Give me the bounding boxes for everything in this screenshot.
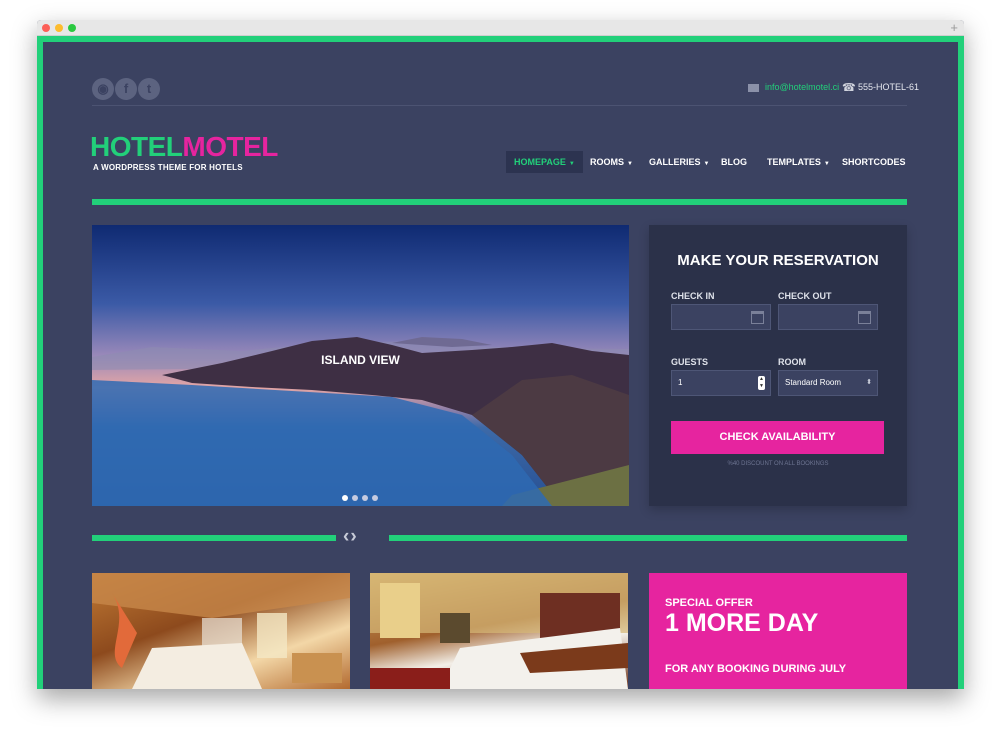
mail-icon	[748, 84, 759, 92]
facebook-icon[interactable]: f	[115, 78, 137, 100]
divider-right-bar	[389, 535, 907, 541]
browser-window: + ◉ f t info@hotelmotel.ci ☎ 555-HOTEL-6…	[37, 20, 964, 689]
offer-kicker: SPECIAL OFFER	[665, 597, 753, 609]
dribbble-icon[interactable]: ◉	[92, 78, 114, 100]
site-logo[interactable]: HOTELMOTEL	[90, 130, 278, 164]
slider-dot-4[interactable]	[372, 495, 378, 501]
discount-note: %40 DISCOUNT ON ALL BOOKINGS	[727, 461, 829, 467]
header-divider	[92, 105, 907, 106]
calendar-icon[interactable]	[751, 311, 764, 324]
slider-dot-2[interactable]	[352, 495, 358, 501]
nav-item-label: BLOG	[721, 157, 747, 167]
nav-item-label: HOMEPAGE	[514, 157, 566, 167]
special-offer-card[interactable]: SPECIAL OFFER 1 MORE DAY FOR ANY BOOKING…	[649, 573, 907, 689]
logo-part-motel: MOTEL	[182, 131, 278, 162]
nav-item-blog[interactable]: BLOG	[721, 151, 747, 173]
nav-item-label: TEMPLATES	[767, 157, 821, 167]
new-tab-icon[interactable]: +	[950, 20, 958, 36]
chevron-down-icon: ▼	[627, 161, 633, 167]
contact-email[interactable]: info@hotelmotel.ci	[765, 82, 839, 92]
room-select[interactable]: Standard Room ⬍	[778, 370, 878, 396]
select-arrows-icon: ⬍	[866, 379, 872, 386]
nav-item-label: SHORTCODES	[842, 157, 906, 167]
nav-item-label: ROOMS	[590, 157, 625, 167]
nav-item-label: GALLERIES	[649, 157, 701, 167]
site-tagline: A WORDPRESS THEME FOR HOTELS	[93, 163, 243, 172]
phone-icon: ☎	[842, 82, 856, 94]
nav-item-rooms[interactable]: ROOMS ▼	[590, 151, 633, 173]
nav-item-templates[interactable]: TEMPLATES ▼	[767, 151, 830, 173]
divider-left-bar	[92, 535, 336, 541]
chevron-down-icon: ▼	[703, 161, 710, 167]
room-select-value: Standard Room	[785, 378, 842, 387]
maximize-window-icon[interactable]	[68, 24, 76, 32]
room-photo-1[interactable]	[92, 573, 350, 689]
check-out-field[interactable]	[778, 304, 878, 330]
check-in-label: CHECK IN	[671, 291, 715, 301]
nav-item-galleries[interactable]: GALLERIES ▼	[649, 151, 709, 173]
room-label: ROOM	[778, 357, 806, 367]
wooden-bedroom-image	[92, 573, 350, 689]
check-in-field[interactable]	[671, 304, 771, 330]
calendar-icon[interactable]	[858, 311, 871, 324]
logo-part-hotel: HOTEL	[90, 131, 183, 162]
room-photo-2[interactable]	[370, 573, 628, 689]
window-titlebar: +	[37, 20, 964, 36]
nav-item-homepage[interactable]: HOMEPAGE ▼	[506, 151, 583, 173]
check-out-label: CHECK OUT	[778, 291, 832, 301]
stepper-arrows-icon[interactable]: ▲ ▼	[758, 376, 765, 390]
contact-phone: 555-HOTEL-61	[858, 82, 920, 92]
guests-value: 1	[678, 378, 683, 387]
header-green-bar	[92, 199, 907, 205]
guests-label: GUESTS	[671, 357, 709, 367]
guests-stepper[interactable]: 1 ▲ ▼	[671, 370, 771, 396]
minimize-window-icon[interactable]	[55, 24, 63, 32]
reservation-panel: MAKE YOUR RESERVATION CHECK IN CHECK OUT…	[649, 225, 907, 506]
offer-subtitle: FOR ANY BOOKING DURING JULY	[665, 663, 847, 675]
twitter-icon[interactable]: t	[138, 78, 160, 100]
hero-slider[interactable]: ISLAND VIEW	[92, 225, 629, 506]
hotel-bedroom-image	[370, 573, 628, 689]
chevron-down-icon: ▼	[568, 161, 575, 167]
hero-caption: ISLAND VIEW	[321, 353, 400, 367]
reservation-title: MAKE YOUR RESERVATION	[677, 252, 879, 269]
slider-dot-1[interactable]	[342, 495, 348, 501]
offer-title: 1 MORE DAY	[665, 609, 819, 637]
slider-dot-3[interactable]	[362, 495, 368, 501]
check-availability-button[interactable]: CHECK AVAILABILITY	[671, 421, 884, 454]
divider-arrows-icon[interactable]: ‹›	[343, 526, 358, 548]
close-window-icon[interactable]	[42, 24, 50, 32]
chevron-down-icon: ▼	[823, 161, 830, 167]
nav-item-shortcodes[interactable]: SHORTCODES	[842, 151, 906, 173]
